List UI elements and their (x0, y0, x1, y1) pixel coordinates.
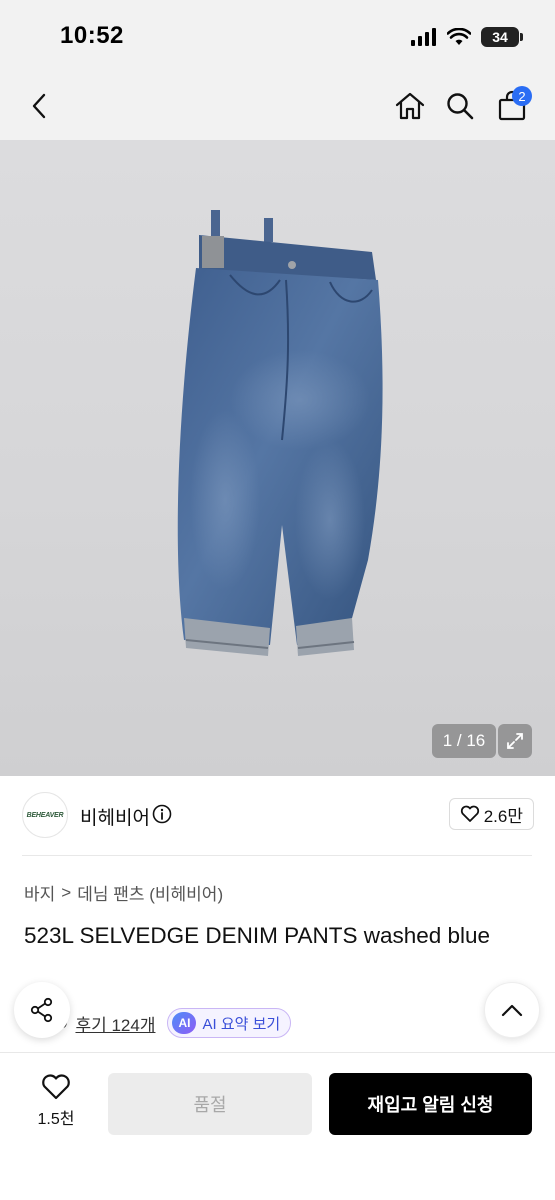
product-image[interactable] (0, 140, 555, 776)
expand-image-button[interactable] (498, 724, 532, 758)
status-icons: 34 (411, 24, 523, 50)
home-icon (395, 92, 425, 120)
denim-pants-image (177, 210, 383, 656)
back-arrow-icon (32, 93, 46, 119)
status-bar: 10:52 34 (0, 0, 555, 72)
heart-icon (42, 1074, 70, 1100)
ai-icon: AI (172, 1012, 197, 1034)
ai-summary-label: AI 요약 보기 (202, 1015, 281, 1033)
breadcrumb-separator: > (61, 882, 72, 902)
image-counter: 1 / 16 (432, 724, 496, 758)
wishlist-button[interactable]: 1.5천 (26, 1073, 86, 1133)
product-title: 523L SELVEDGE DENIM PANTS washed blue (24, 923, 491, 948)
breadcrumb-subcategory[interactable]: 데님 팬츠 (비헤비어) (77, 880, 223, 905)
status-time: 10:52 (60, 22, 124, 49)
heart-icon (460, 805, 479, 822)
review-count-link[interactable]: 후기 124개 (75, 1011, 155, 1036)
search-button[interactable] (438, 84, 482, 128)
share-button[interactable] (14, 982, 70, 1038)
battery-icon: 34 (481, 27, 523, 47)
sold-out-button: 품절 (108, 1073, 312, 1135)
back-button[interactable] (18, 84, 62, 128)
brand-row: BEHEAVER 비헤비어 2.6만 (22, 792, 534, 840)
chevron-up-icon (501, 1004, 523, 1017)
brand-logo[interactable]: BEHEAVER (22, 792, 68, 838)
divider (22, 855, 532, 856)
bottom-action-bar: 1.5천 품절 재입고 알림 신청 (0, 1052, 555, 1200)
cart-count-badge: 2 (512, 86, 532, 106)
wishlist-count: 1.5천 (37, 1111, 75, 1128)
expand-icon (507, 733, 523, 749)
search-icon (447, 93, 474, 120)
signal-icon (411, 28, 436, 46)
brand-like-button[interactable]: 2.6만 (448, 798, 534, 830)
brand-name[interactable]: 비헤비어 (80, 803, 150, 830)
breadcrumb-category[interactable]: 바지 (24, 880, 55, 905)
scroll-top-button[interactable] (484, 982, 540, 1038)
info-icon[interactable] (152, 804, 172, 824)
cart-button[interactable]: 2 (490, 84, 534, 128)
share-icon (30, 997, 53, 1023)
restock-alert-button[interactable]: 재입고 알림 신청 (329, 1073, 532, 1135)
ai-summary-button[interactable]: AI AI 요약 보기 (167, 1008, 292, 1038)
brand-like-count: 2.6만 (483, 806, 523, 826)
wifi-icon (447, 28, 471, 45)
home-button[interactable] (388, 84, 432, 128)
nav-bar: 2 (0, 72, 555, 140)
breadcrumb: 바지 > 데님 팬츠 (비헤비어) (24, 880, 223, 905)
